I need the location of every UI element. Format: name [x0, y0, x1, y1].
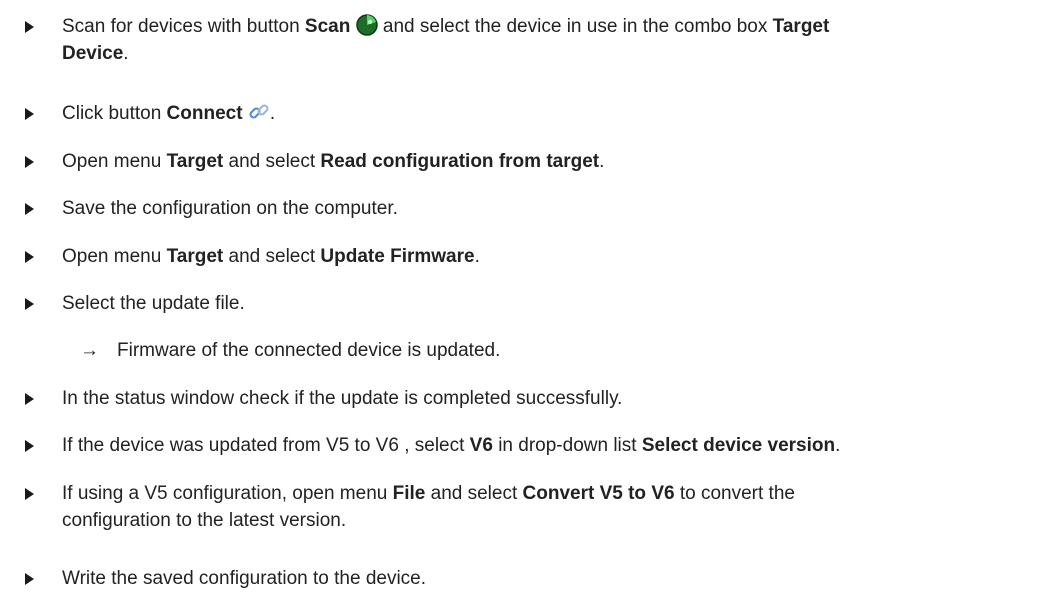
step-text-segment: Scan for devices with button — [62, 16, 305, 37]
scan-radar-icon — [355, 14, 378, 36]
step-text-segment: and select the device in use in the comb… — [382, 16, 773, 37]
step-text: Write the saved configuration to the dev… — [62, 564, 1052, 593]
select-device-version-label: Select device version — [641, 435, 836, 456]
step-text-segment: Select the update file. — [62, 293, 245, 314]
step-text-segment: in drop-down list — [492, 435, 642, 456]
step-text: Scan for devices with button Scan and se… — [62, 12, 1052, 41]
step-text-segment: Open menu — [62, 151, 167, 172]
step-text-segment: Write the saved configuration to the dev… — [62, 568, 427, 589]
step-text: In the status window check if the update… — [62, 384, 1052, 413]
step-text-segment: Click button — [62, 103, 167, 124]
step-text-segment: to convert the — [674, 483, 795, 504]
target-menu-label: Target — [166, 246, 224, 267]
bullet-arrow-icon — [25, 393, 34, 405]
bullet-arrow-icon — [25, 251, 34, 263]
bullet-arrow-icon — [25, 573, 34, 585]
result-arrow-icon: → — [80, 340, 99, 361]
step-text: Open menu Target and select Update Firmw… — [62, 242, 1052, 271]
step-text-segment: . — [599, 151, 605, 172]
result-text: Firmware of the connected device is upda… — [117, 340, 501, 361]
step-text-segment: . — [123, 43, 129, 64]
target-menu-label: Target — [166, 151, 224, 172]
step-text-segment: Save the configuration on the computer. — [62, 198, 398, 219]
step-text: If the device was updated from V5 to V6 … — [62, 431, 1052, 460]
step-text-segment: If the device was updated from V5 to V6 … — [62, 435, 470, 456]
step-text-segment: . — [474, 246, 480, 267]
v6-label: V6 — [469, 435, 493, 456]
step-text: If using a V5 configuration, open menu F… — [62, 479, 1052, 508]
step-text: Save the configuration on the computer. — [62, 194, 1052, 223]
bullet-arrow-icon — [25, 156, 34, 168]
step-text-segment: . — [269, 103, 276, 124]
bullet-arrow-icon — [25, 298, 34, 310]
step-text-line2: Device. — [62, 39, 1052, 68]
read-configuration-label: Read configuration from target — [320, 151, 600, 172]
step-text-segment: configuration to the latest version. — [62, 510, 347, 531]
bullet-arrow-icon — [25, 488, 34, 500]
step-text-segment: . — [835, 435, 841, 456]
step-text: Open menu Target and select Read configu… — [62, 147, 1052, 176]
step-text-segment: and select — [223, 151, 321, 172]
step-text-line2: configuration to the latest version. — [62, 506, 1052, 535]
step-text-segment: If using a V5 configuration, open menu — [62, 483, 393, 504]
bullet-arrow-icon — [25, 108, 34, 120]
bullet-arrow-icon — [25, 21, 34, 33]
target-label: Target — [772, 16, 830, 37]
update-firmware-label: Update Firmware — [320, 246, 475, 267]
step-text: Select the update file. — [62, 289, 1052, 318]
instruction-list: Scan for devices with button Scan and se… — [0, 0, 1064, 589]
connect-label: Connect — [166, 103, 243, 124]
device-label: Device — [62, 43, 124, 64]
connect-chain-link-icon — [249, 104, 269, 119]
convert-v5-to-v6-label: Convert V5 to V6 — [522, 483, 675, 504]
step-text-segment: In the status window check if the update… — [62, 388, 623, 409]
step-text: Click button Connect . — [62, 99, 1052, 128]
file-menu-label: File — [392, 483, 426, 504]
scan-label: Scan — [304, 16, 351, 37]
step-text-segment: Open menu — [62, 246, 167, 267]
bullet-arrow-icon — [25, 440, 34, 452]
step-text-segment: and select — [425, 483, 523, 504]
step-text-segment: and select — [223, 246, 321, 267]
bullet-arrow-icon — [25, 203, 34, 215]
